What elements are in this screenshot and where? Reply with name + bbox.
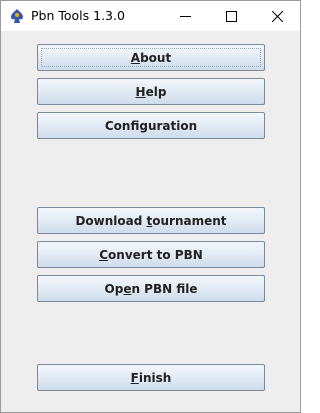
button-label: Help (135, 84, 167, 99)
button-label: Finish (130, 370, 172, 385)
app-window: Pbn Tools 1.3.0 About Help Configuration… (0, 0, 301, 413)
close-icon (272, 11, 283, 22)
open-pbn-file-button[interactable]: Open PBN file (37, 275, 265, 302)
configuration-button[interactable]: Configuration (37, 112, 265, 139)
convert-to-pbn-button[interactable]: Convert to PBN (37, 241, 265, 268)
button-label: Configuration (104, 118, 198, 133)
button-panel: About Help Configuration Download tourna… (1, 31, 300, 412)
minimize-icon (180, 16, 191, 17)
button-label: Convert to PBN (99, 247, 203, 262)
maximize-icon (226, 11, 237, 22)
about-button[interactable]: About (37, 44, 265, 71)
maximize-button[interactable] (208, 1, 254, 31)
button-label: Open PBN file (104, 281, 198, 296)
title-bar[interactable]: Pbn Tools 1.3.0 (1, 1, 300, 31)
window-title: Pbn Tools 1.3.0 (31, 8, 125, 23)
help-button[interactable]: Help (37, 78, 265, 105)
bridge-suit-icon (9, 8, 25, 24)
button-label: About (130, 50, 172, 65)
finish-button[interactable]: Finish (37, 364, 265, 391)
close-button[interactable] (254, 1, 300, 31)
minimize-button[interactable] (162, 1, 208, 31)
button-label: Download tournament (75, 213, 227, 228)
download-tournament-button[interactable]: Download tournament (37, 207, 265, 234)
